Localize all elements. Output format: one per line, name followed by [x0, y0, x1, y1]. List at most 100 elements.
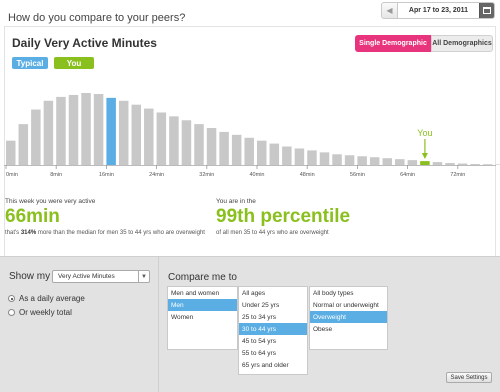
chart-bar: [131, 104, 141, 165]
percentile-value: 99th percentile: [216, 206, 351, 227]
compare-title: Compare me to: [168, 272, 237, 283]
chart-bar: [244, 137, 254, 165]
chart-bar: [169, 116, 179, 165]
chart-bar: [144, 108, 154, 165]
date-range-label: Apr 17 to 23, 2011: [398, 3, 479, 18]
x-tick-label: 32min: [199, 172, 214, 178]
body-type-option[interactable]: All body types: [310, 287, 387, 299]
chart-bar: [357, 156, 367, 165]
radio-weekly-total[interactable]: Or weekly total: [8, 308, 72, 317]
note-percent: 314%: [20, 230, 37, 236]
chart-bar: [269, 143, 280, 165]
active-minutes-lead: This week you were very active: [5, 198, 96, 205]
active-minutes-note: that's 314% more than the median for men…: [5, 229, 205, 237]
chart-bar: [482, 164, 493, 165]
chart-bar: [495, 164, 500, 165]
gender-listbox[interactable]: Men and women Men Women: [167, 286, 238, 350]
x-tick-label: 16min: [99, 172, 114, 178]
you-marker-arrowhead: [421, 153, 428, 159]
x-tick-label: 8min: [50, 172, 62, 178]
chart-bar: [282, 146, 292, 165]
page-question: How do you compare to your peers?: [8, 12, 186, 24]
chart-bar: [407, 160, 418, 165]
percentile-lead: You are in the: [216, 198, 256, 205]
gender-option[interactable]: Women: [168, 311, 237, 323]
age-option[interactable]: 55 to 64 yrs: [239, 347, 307, 359]
age-option[interactable]: 25 to 34 yrs: [239, 311, 307, 323]
panel-title: Daily Very Active Minutes: [12, 36, 157, 50]
note-suffix: more than the median for men 35 to 44 yr…: [36, 230, 205, 236]
note-prefix: that's: [5, 230, 21, 236]
body-type-listbox[interactable]: All body types Normal or underweight Overw…: [309, 286, 388, 350]
chart-bar: [56, 96, 66, 165]
x-tick-label: 40min: [250, 172, 265, 178]
chart-bar: [395, 159, 405, 165]
chart-bar: [319, 152, 330, 165]
date-navigator: ◀ Apr 17 to 23, 2011: [381, 2, 495, 19]
x-tick-label: 0min: [6, 172, 18, 178]
age-listbox[interactable]: All ages Under 25 yrs 25 to 34 yrs 30 to 44…: [238, 286, 308, 375]
chart-bar: [369, 157, 380, 165]
radio-daily-label: As a daily average: [19, 294, 85, 303]
chart-bar: [31, 109, 41, 165]
metric-select[interactable]: Very Active Minutes ▼: [52, 270, 150, 283]
x-tick-label: 72min: [450, 172, 465, 178]
x-tick-label: 24min: [149, 172, 164, 178]
radio-dot: [8, 309, 15, 316]
active-minutes-value: 66min: [5, 206, 60, 227]
x-tick-label: 56min: [350, 172, 365, 178]
chart-bar: [219, 131, 229, 165]
left-arrow-icon: ◀: [386, 6, 393, 15]
save-settings-button[interactable]: Save Settings: [446, 372, 492, 383]
age-option[interactable]: 45 to 54 yrs: [239, 335, 307, 347]
chart-bar: [470, 164, 480, 165]
x-tick-label: 48min: [300, 172, 315, 178]
body-type-option[interactable]: Obese: [310, 323, 387, 335]
gender-option[interactable]: Men and women: [168, 287, 237, 299]
active-minutes-stat: This week you were very active 66min tha…: [5, 198, 205, 237]
age-option[interactable]: All ages: [239, 287, 307, 299]
chart-bar: [181, 120, 192, 165]
percentile-stat: You are in the 99th percentile of all me…: [216, 198, 416, 237]
chart-bar: [18, 124, 29, 165]
radio-dot-checked: [8, 295, 15, 302]
x-tick-label: 64min: [400, 172, 415, 178]
you-marker-label: You: [417, 128, 432, 138]
body-type-option[interactable]: Normal or underweight: [310, 299, 387, 311]
age-option[interactable]: 30 to 44 yrs: [239, 323, 307, 335]
chart-bar: [93, 93, 104, 165]
chart-bar: [194, 124, 204, 165]
chart-bar: [156, 112, 167, 165]
you-bar: [420, 161, 430, 165]
chart-bar: [206, 128, 217, 165]
settings-panel: Show my Very Active Minutes ▼ As a daily…: [0, 256, 500, 392]
chart-bar: [307, 150, 317, 165]
all-demographics-tab[interactable]: All Demographics: [431, 35, 493, 52]
calendar-button[interactable]: [479, 3, 494, 18]
age-option[interactable]: Under 25 yrs: [239, 299, 307, 311]
chevron-down-icon: ▼: [138, 271, 149, 282]
prev-week-button[interactable]: ◀: [382, 3, 398, 18]
chart-bar: [382, 158, 392, 165]
gender-option[interactable]: Men: [168, 299, 237, 311]
chart-bar: [294, 148, 305, 165]
chart-bar: [432, 162, 443, 165]
chart-bar: [445, 163, 455, 165]
settings-divider: [158, 257, 159, 392]
metric-select-value: Very Active Minutes: [58, 273, 115, 280]
percentile-note: of all men 35 to 44 yrs who are overweig…: [216, 230, 329, 236]
chart-bar: [457, 163, 468, 165]
radio-weekly-label: Or weekly total: [19, 308, 72, 317]
chart-bar: [257, 140, 267, 165]
typical-bar: [106, 97, 116, 165]
show-my-label: Show my: [9, 271, 51, 282]
distribution-chart: 0min 8min 16min 24min 32min 40min 48min 56min 64…: [4, 93, 500, 178]
chart-bar: [6, 140, 16, 165]
age-option[interactable]: 65 yrs and older: [239, 359, 307, 371]
radio-daily-average[interactable]: As a daily average: [8, 294, 85, 303]
single-demographic-tab[interactable]: Single Demographic: [355, 35, 431, 52]
chart-bar: [68, 94, 79, 165]
chart-bar: [332, 154, 342, 165]
chart-bar: [43, 100, 54, 165]
body-type-option[interactable]: Overweight: [310, 311, 387, 323]
